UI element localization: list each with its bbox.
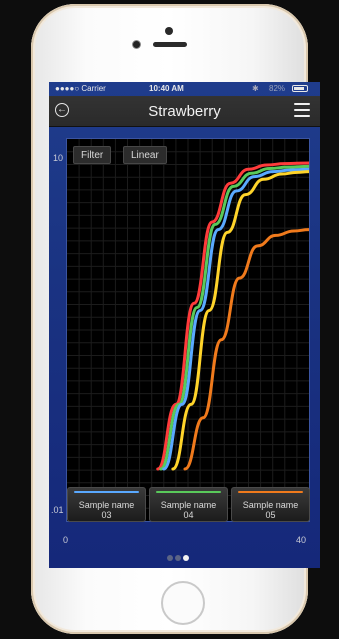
legend-item-sample-03[interactable]: Sample name 03 [67, 487, 146, 522]
legend-label: Sample name 05 [242, 500, 299, 520]
legend-swatch [156, 491, 221, 493]
amplification-curve-1 [156, 161, 309, 471]
clock: 10:40 AM [149, 84, 184, 93]
legend-item-sample-05[interactable]: Sample name 05 [231, 487, 310, 522]
legend-label: Sample name 03 [78, 500, 135, 520]
plot-svg [67, 139, 309, 521]
page-indicator[interactable] [167, 548, 203, 561]
battery-icon [292, 85, 308, 92]
page-dot[interactable] [183, 555, 189, 561]
status-bar: ●●●●○ Carrier 10:40 AM ✱ 82% [49, 82, 320, 96]
front-camera [133, 41, 140, 48]
sensor-dot [165, 27, 173, 35]
y-axis-max-label: 10 [53, 153, 64, 163]
legend-swatch [74, 491, 139, 493]
plot-curves [156, 161, 309, 471]
y-axis-min-label: .01 [51, 505, 64, 515]
filter-button[interactable]: Filter [73, 146, 112, 164]
earpiece-speaker [153, 42, 187, 47]
legend-swatch [238, 491, 303, 493]
linear-scale-button[interactable]: Linear [123, 146, 167, 164]
page-dot[interactable] [175, 555, 181, 561]
carrier-label: ●●●●○ Carrier [55, 84, 106, 93]
legend-item-sample-04[interactable]: Sample name 04 [149, 487, 228, 522]
x-axis-min-label: 0 [63, 535, 69, 545]
amplification-plot[interactable]: Filter Linear [66, 138, 310, 522]
page-title: Strawberry [148, 103, 221, 120]
navigation-bar: ← Strawberry [49, 96, 320, 127]
battery-percent: 82% [269, 84, 286, 93]
x-axis-max-label: 40 [296, 535, 307, 545]
sample-legend: Sample name 03 Sample name 04 Sample nam… [67, 487, 310, 522]
app-screen: ●●●●○ Carrier 10:40 AM ✱ 82% ← Strawberr… [49, 82, 320, 568]
bluetooth-icon: ✱ [252, 84, 259, 93]
page-dot[interactable] [167, 555, 173, 561]
legend-label: Sample name 04 [160, 500, 217, 520]
home-button[interactable] [161, 581, 205, 625]
hamburger-menu-icon[interactable] [294, 103, 310, 117]
